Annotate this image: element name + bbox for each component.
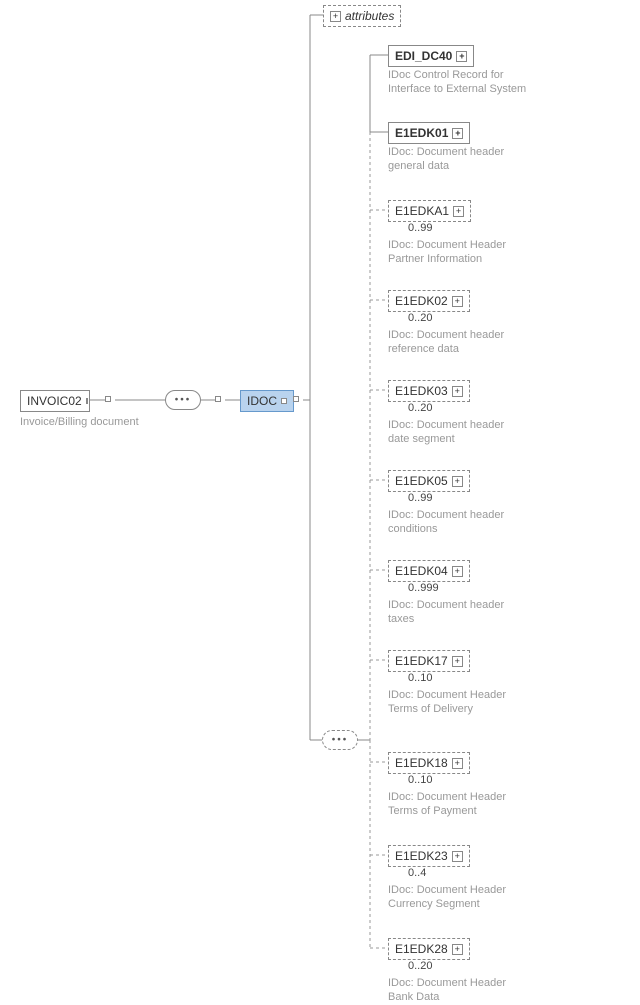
expand-icon[interactable]: +	[330, 11, 341, 22]
desc-e1edk04: IDoc: Document header taxes	[388, 598, 528, 627]
node-label: EDI_DC40	[395, 49, 452, 63]
node-e1edk02[interactable]: E1EDK02 +	[388, 290, 470, 312]
node-e1edk28[interactable]: E1EDK28 +	[388, 938, 470, 960]
node-label: E1EDK23	[395, 849, 448, 863]
attributes-label: attributes	[345, 9, 394, 23]
node-invoic02-desc: Invoice/Billing document	[20, 415, 139, 429]
branch-e1edk01	[0, 0, 640, 990]
branch-e1edk05	[0, 0, 640, 990]
branch-e1edk28	[0, 0, 640, 990]
sequence-dots: •••	[332, 735, 349, 746]
desc-e1edk23: IDoc: Document Header Currency Segment	[388, 883, 528, 912]
card-e1edk05: 0..99	[408, 492, 432, 504]
desc-edi-dc40: IDoc Control Record for Interface to Ext…	[388, 68, 528, 97]
node-label: E1EDK17	[395, 654, 448, 668]
expand-icon[interactable]: +	[452, 476, 463, 487]
node-label: E1EDKA1	[395, 204, 449, 218]
node-label: E1EDK02	[395, 294, 448, 308]
node-idoc[interactable]: IDOC	[240, 390, 294, 412]
desc-e1edk02: IDoc: Document header reference data	[388, 328, 528, 357]
desc-e1edk17: IDoc: Document Header Terms of Delivery	[388, 688, 528, 717]
desc-e1edk18: IDoc: Document Header Terms of Payment	[388, 790, 528, 819]
branch-e1edk03	[0, 0, 640, 990]
desc-e1edk28: IDoc: Document Header Bank Data	[388, 976, 528, 1005]
branch-edi-dc40	[0, 0, 640, 990]
node-e1edk04[interactable]: E1EDK04 +	[388, 560, 470, 582]
branch-e1edk04	[0, 0, 640, 990]
expand-icon[interactable]: +	[452, 944, 463, 955]
expand-icon[interactable]: +	[452, 566, 463, 577]
attributes-box[interactable]: + attributes	[323, 5, 401, 27]
node-invoic02[interactable]: INVOIC02	[20, 390, 90, 412]
sequence-node-2[interactable]: •••	[322, 730, 358, 750]
node-e1edk18[interactable]: E1EDK18 +	[388, 752, 470, 774]
branch-e1edk18	[0, 0, 640, 990]
expand-icon[interactable]: +	[452, 128, 463, 139]
card-e1edk28: 0..20	[408, 960, 432, 972]
branch-e1edka1	[0, 0, 640, 990]
desc-e1edk01: IDoc: Document header general data	[388, 145, 528, 174]
node-e1edka1[interactable]: E1EDKA1 +	[388, 200, 471, 222]
expand-icon[interactable]: +	[452, 656, 463, 667]
connector-stub	[105, 396, 111, 402]
desc-e1edka1: IDoc: Document Header Partner Informatio…	[388, 238, 528, 267]
branch-e1edk02	[0, 0, 640, 990]
card-e1edk18: 0..10	[408, 774, 432, 786]
expand-icon[interactable]: +	[452, 758, 463, 769]
branch-e1edk17	[0, 0, 640, 990]
desc-e1edk03: IDoc: Document header date segment	[388, 418, 528, 447]
card-e1edk04: 0..999	[408, 582, 439, 594]
card-e1edk02: 0..20	[408, 312, 432, 324]
node-label: E1EDK05	[395, 474, 448, 488]
node-label: INVOIC02	[27, 394, 82, 408]
card-e1edk03: 0..20	[408, 402, 432, 414]
node-label: E1EDK01	[395, 126, 448, 140]
connector-layer	[0, 0, 640, 990]
node-label: E1EDK03	[395, 384, 448, 398]
node-edi-dc40[interactable]: EDI_DC40 +	[388, 45, 474, 67]
expand-icon[interactable]: +	[452, 851, 463, 862]
desc-e1edk05: IDoc: Document header conditions	[388, 508, 528, 537]
node-e1edk17[interactable]: E1EDK17 +	[388, 650, 470, 672]
expand-icon[interactable]: +	[453, 206, 464, 217]
node-e1edk03[interactable]: E1EDK03 +	[388, 380, 470, 402]
card-e1edk17: 0..10	[408, 672, 432, 684]
node-label: IDOC	[247, 394, 277, 408]
expand-icon[interactable]: +	[456, 51, 467, 62]
node-label: E1EDK04	[395, 564, 448, 578]
sequence-node-1[interactable]: •••	[165, 390, 201, 410]
card-e1edk23: 0..4	[408, 867, 426, 879]
card-e1edka1: 0..99	[408, 222, 432, 234]
node-label: E1EDK18	[395, 756, 448, 770]
node-label: E1EDK28	[395, 942, 448, 956]
node-e1edk05[interactable]: E1EDK05 +	[388, 470, 470, 492]
expand-icon[interactable]: +	[452, 296, 463, 307]
expand-icon[interactable]: +	[452, 386, 463, 397]
connector-stub	[293, 396, 299, 402]
node-e1edk23[interactable]: E1EDK23 +	[388, 845, 470, 867]
branch-e1edk23	[0, 0, 640, 990]
sequence-dots: •••	[175, 395, 192, 406]
connector-stub	[215, 396, 221, 402]
node-e1edk01[interactable]: E1EDK01 +	[388, 122, 470, 144]
